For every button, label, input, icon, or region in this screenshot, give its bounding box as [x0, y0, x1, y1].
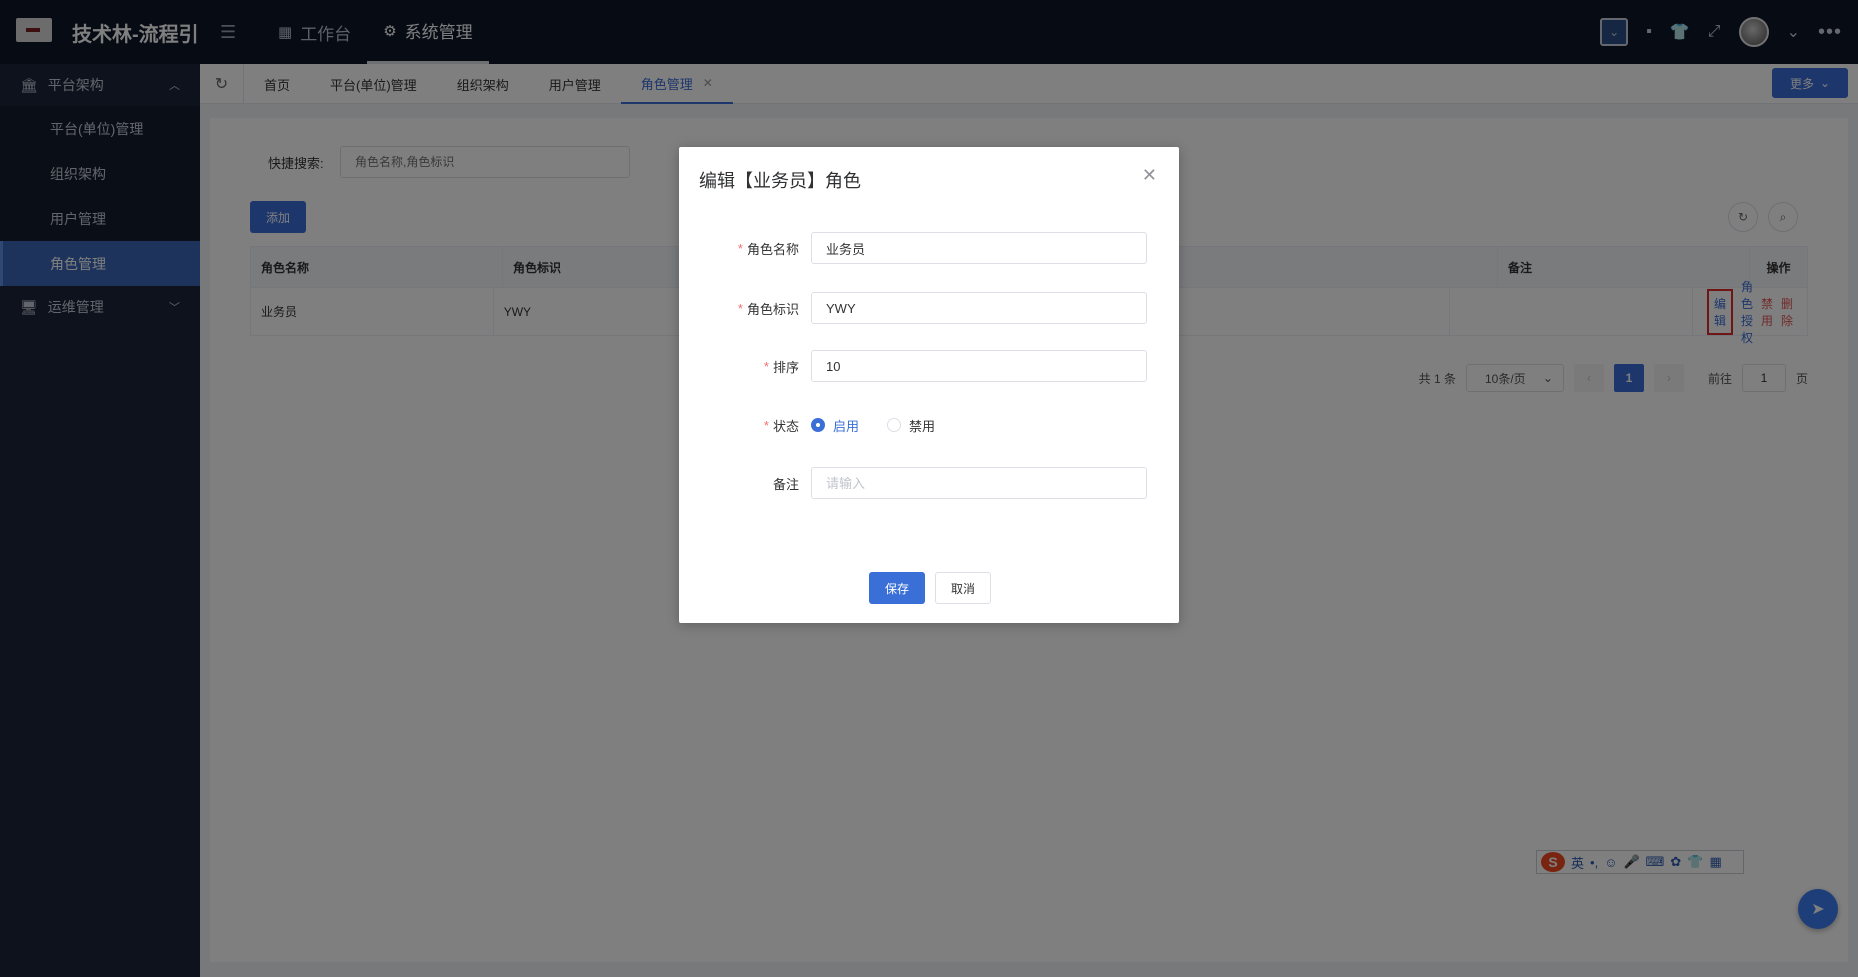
role-name-input[interactable] [811, 232, 1147, 264]
form-row-code: * 角色标识 [679, 292, 1179, 324]
status-disabled-radio[interactable]: 禁用 [887, 416, 935, 435]
close-icon[interactable]: ✕ [1142, 165, 1157, 186]
field-label-text: 状态 [772, 418, 799, 434]
radio-dot [811, 418, 825, 432]
field-label: 备注 [679, 467, 799, 499]
form-row-name: * 角色名称 [679, 232, 1179, 264]
remark-input[interactable] [811, 467, 1147, 499]
required-mark: * [763, 358, 769, 374]
radio-dot [887, 418, 902, 432]
radio-label: 启用 [833, 418, 860, 434]
status-enabled-radio[interactable]: 启用 [811, 416, 859, 435]
field-label: * 角色名称 [679, 232, 799, 264]
edit-role-dialog: 编辑【业务员】角色 ✕ *角色名称 *角色标识 *排序 *状态 启用 禁用 备注… [679, 147, 1179, 623]
save-button[interactable]: 保存 [869, 572, 925, 604]
field-label-text: 排序 [772, 359, 799, 375]
field-label-text: 备注 [772, 476, 799, 492]
role-code-input[interactable] [811, 292, 1147, 324]
required-mark: * [737, 300, 743, 316]
cancel-button[interactable]: 取消 [935, 572, 991, 604]
form-row-sort: * 排序 [679, 350, 1179, 382]
field-label: * 状态 [679, 409, 799, 441]
form-row-remark: 备注 [679, 467, 1179, 499]
field-label-text: 角色名称 [746, 241, 799, 257]
required-mark: * [763, 417, 769, 433]
field-label-text: 角色标识 [746, 301, 799, 317]
dialog-title: 编辑【业务员】角色 [699, 171, 861, 191]
field-label: * 角色标识 [679, 292, 799, 324]
form-row-status: * 状态 启用 禁用 [679, 409, 1179, 441]
status-radio-group: 启用 禁用 [811, 409, 935, 441]
required-mark: * [737, 240, 743, 256]
field-label: * 排序 [679, 350, 799, 382]
radio-label: 禁用 [909, 418, 936, 434]
sort-input[interactable] [811, 350, 1147, 382]
